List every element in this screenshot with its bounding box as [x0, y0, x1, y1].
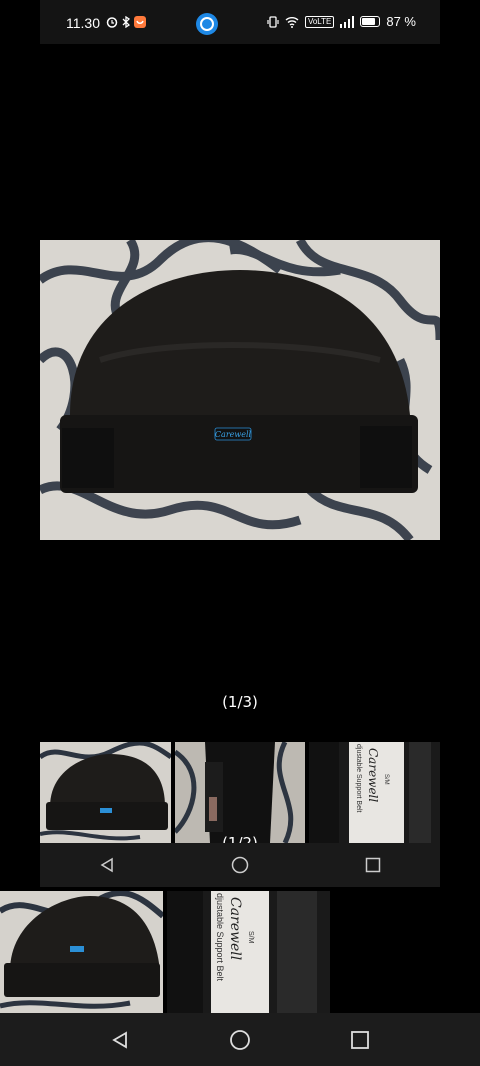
volte-badge: VoLTE [304, 15, 335, 28]
status-left-icons [106, 16, 146, 28]
thumbnail-3[interactable]: Carewell djustable Support Belt S/M [309, 742, 441, 843]
inner-back-icon[interactable] [87, 845, 127, 885]
system-navigation-bar [0, 1013, 480, 1066]
bluetooth-icon [122, 16, 131, 28]
background-thumbnail-strip: Carewell djustable Support Belt S/M [0, 891, 330, 1013]
battery-icon [360, 16, 381, 27]
thumbnail-brand: Carewell [366, 748, 380, 802]
background-thumbnail-2[interactable]: Carewell djustable Support Belt S/M [167, 891, 330, 1013]
background-thumbnail-belt-size: S/M [247, 931, 254, 944]
home-icon[interactable] [220, 1020, 260, 1060]
assistant-icon[interactable] [196, 13, 218, 35]
background-thumbnail-belt-text: djustable Support Belt [215, 893, 225, 982]
gallery-screen: 11.30 VoLTE 87 % Carewell (1/3) Carewell… [40, 0, 441, 887]
alarm-icon [106, 17, 118, 28]
inner-navigation-bar [40, 843, 440, 887]
battery-percent: 87 % [386, 14, 416, 29]
thumbnail-1[interactable] [40, 742, 171, 843]
thumbnail-belt-text: djustable Support Belt [355, 744, 362, 813]
main-photo[interactable]: Carewell [40, 240, 440, 540]
app-notification-icon [134, 16, 146, 28]
background-thumbnail-brand: Carewell [227, 897, 243, 960]
thumbnail-belt-size: S/M [383, 774, 389, 785]
recents-icon[interactable] [340, 1020, 380, 1060]
photo-counter: (1/3) [222, 693, 258, 711]
inner-recents-icon[interactable] [353, 845, 393, 885]
status-right-icons: VoLTE 87 % [267, 14, 416, 29]
signal-icon [340, 15, 355, 28]
status-time: 11.30 [66, 15, 100, 31]
wifi-icon [285, 16, 299, 28]
vibrate-icon [267, 15, 279, 28]
back-icon[interactable] [100, 1020, 140, 1060]
brand-label: Carewell [215, 430, 252, 439]
background-thumbnail-1[interactable] [0, 891, 163, 1013]
inner-home-icon[interactable] [220, 845, 260, 885]
thumbnail-strip: Carewell djustable Support Belt S/M [40, 742, 441, 843]
status-bar: 11.30 VoLTE 87 % [40, 0, 440, 44]
thumbnail-2[interactable] [174, 742, 306, 843]
